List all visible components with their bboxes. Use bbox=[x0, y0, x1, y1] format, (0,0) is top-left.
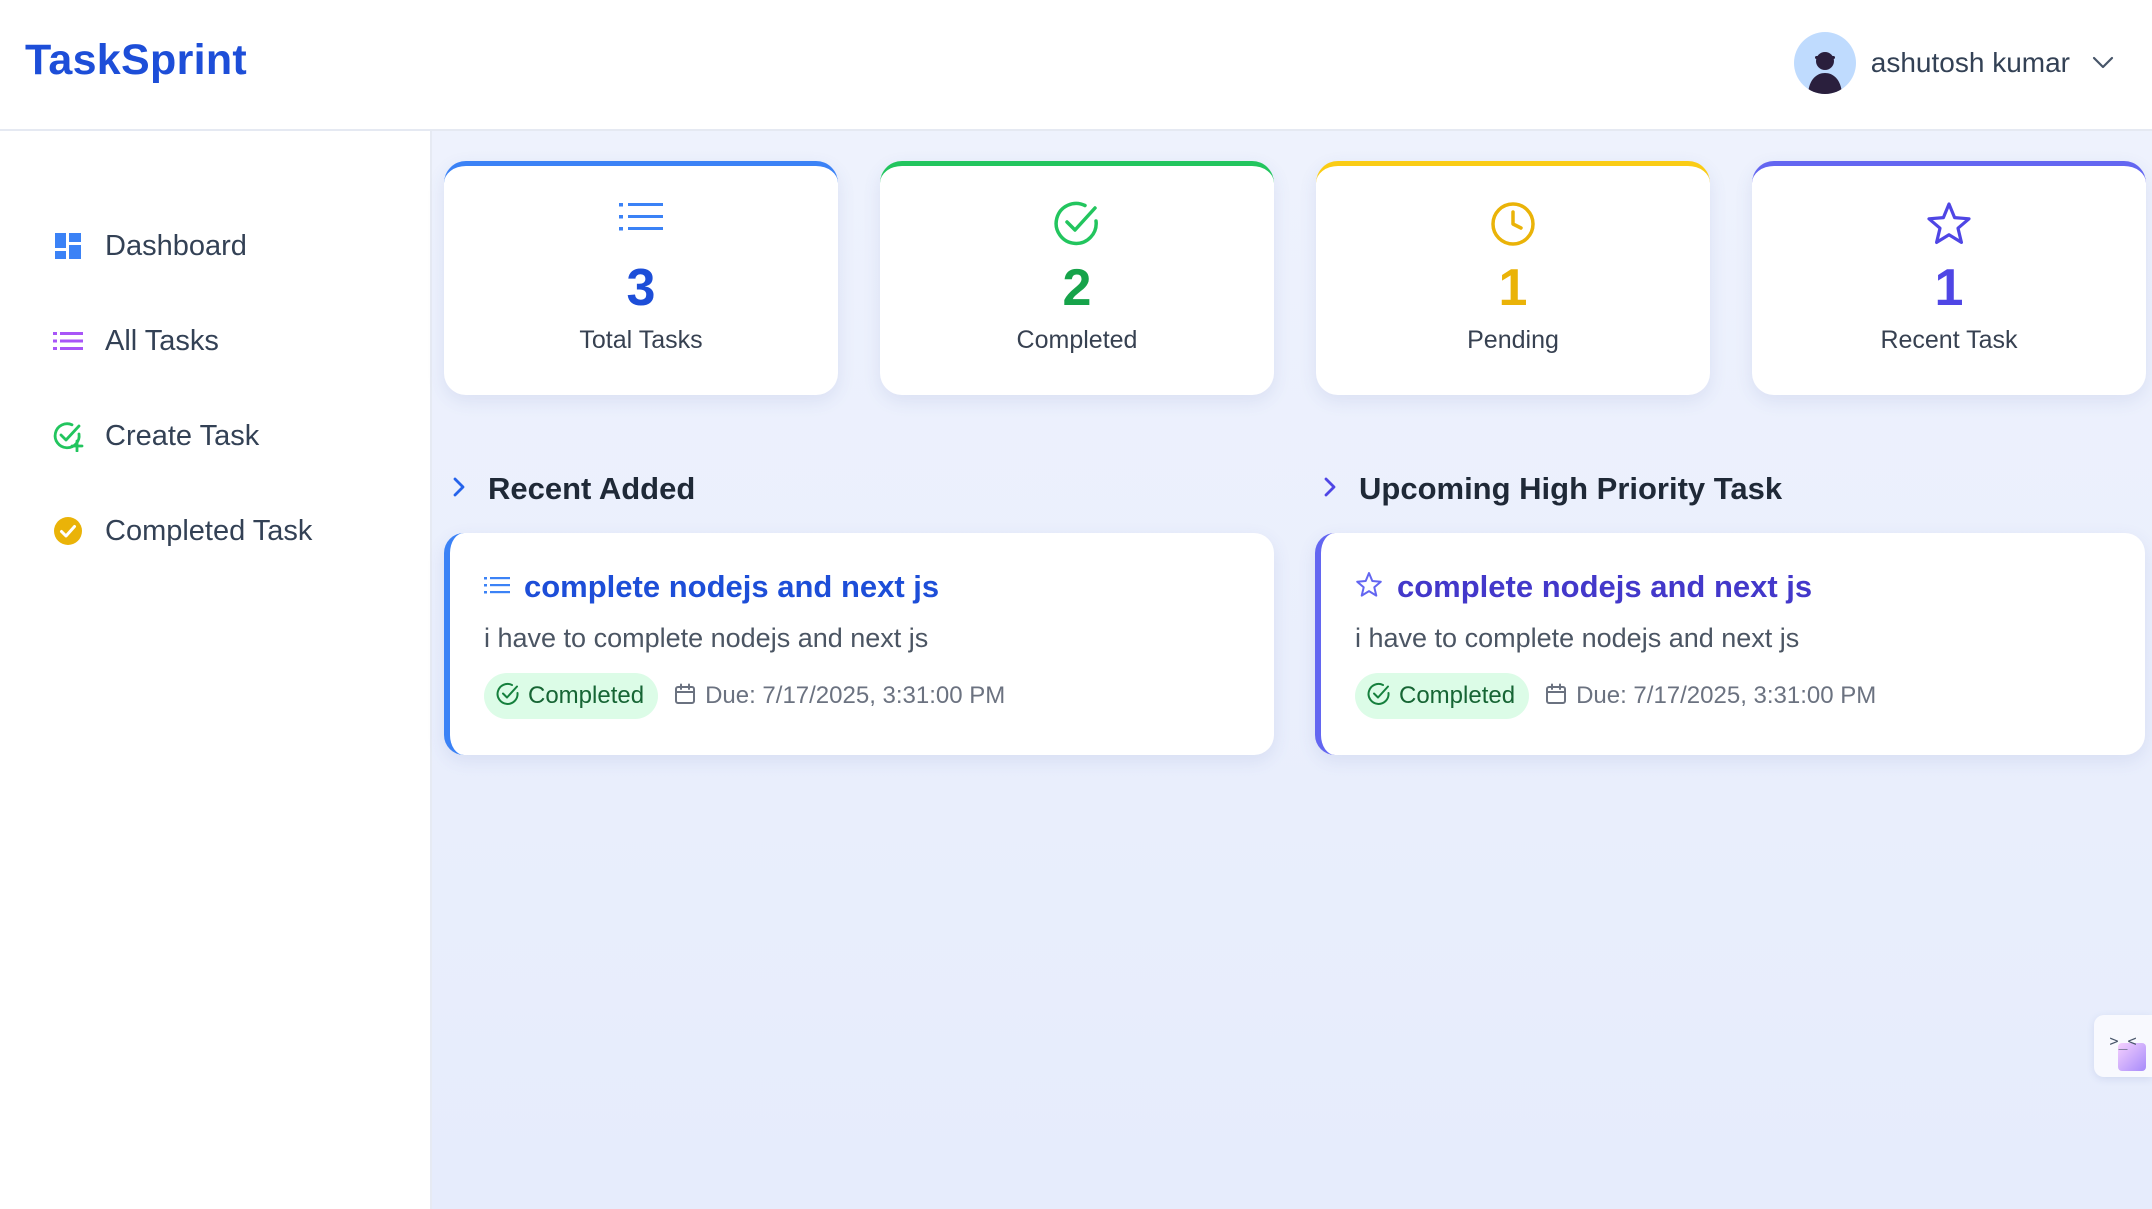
status-label: Completed bbox=[1399, 682, 1516, 709]
status-badge: Completed bbox=[484, 673, 659, 719]
check-circle-icon bbox=[1367, 682, 1391, 711]
task-title[interactable]: complete nodejs and next js bbox=[1397, 569, 1812, 605]
section-title: Upcoming High Priority Task bbox=[1359, 471, 1783, 506]
floating-assistant-button[interactable]: >_< bbox=[2094, 1015, 2152, 1077]
sidebar: Dashboard All Tasks Create Task Complete… bbox=[0, 131, 432, 1209]
stat-value: 2 bbox=[1062, 259, 1092, 317]
stat-label: Completed bbox=[1016, 326, 1138, 354]
check-circle-icon bbox=[496, 682, 520, 711]
list-icon bbox=[52, 325, 84, 357]
sidebar-item-label: All Tasks bbox=[105, 324, 219, 357]
due-date: Due: 7/17/2025, 3:31:00 PM bbox=[674, 682, 1005, 710]
status-label: Completed bbox=[528, 682, 645, 709]
calendar-icon bbox=[674, 683, 696, 710]
task-description: i have to complete nodejs and next js bbox=[484, 623, 929, 653]
stat-card-pending[interactable]: 1 Pending bbox=[1316, 161, 1710, 395]
stat-label: Pending bbox=[1467, 326, 1559, 354]
sidebar-item-label: Create Task bbox=[105, 419, 260, 452]
stat-value: 1 bbox=[1934, 259, 1964, 317]
stat-card-recent-task[interactable]: 1 Recent Task bbox=[1752, 161, 2146, 395]
stat-card-total-tasks[interactable]: 3 Total Tasks bbox=[444, 161, 838, 395]
sidebar-item-create-task[interactable]: Create Task bbox=[52, 406, 259, 466]
check-plus-icon bbox=[52, 420, 84, 452]
chevron-right-icon bbox=[1323, 476, 1337, 503]
due-label: Due: 7/17/2025, 3:31:00 PM bbox=[705, 682, 1006, 709]
top-header: TaskSprint ashutosh kumar bbox=[0, 0, 2152, 131]
sidebar-item-label: Dashboard bbox=[105, 229, 247, 262]
task-title[interactable]: complete nodejs and next js bbox=[524, 569, 939, 605]
sidebar-item-label: Completed Task bbox=[105, 514, 313, 547]
list-icon bbox=[484, 575, 510, 600]
task-card[interactable]: complete nodejs and next js i have to co… bbox=[1315, 533, 2145, 755]
chevron-right-icon bbox=[452, 476, 466, 503]
due-date: Due: 7/17/2025, 3:31:00 PM bbox=[1545, 682, 1876, 710]
stat-card-completed[interactable]: 2 Completed bbox=[880, 161, 1274, 395]
sidebar-item-all-tasks[interactable]: All Tasks bbox=[52, 311, 219, 371]
stat-value: 3 bbox=[626, 259, 656, 317]
star-icon bbox=[1752, 200, 2146, 248]
avatar bbox=[1793, 32, 1856, 94]
user-name: ashutosh kumar bbox=[1870, 47, 2070, 78]
dashboard-icon bbox=[52, 230, 84, 262]
chevron-down-icon bbox=[2092, 56, 2114, 70]
check-circle-icon bbox=[880, 200, 1274, 248]
status-badge: Completed bbox=[1355, 673, 1530, 719]
app-logo[interactable]: TaskSprint bbox=[25, 36, 247, 85]
task-description: i have to complete nodejs and next js bbox=[1355, 623, 1800, 653]
due-label: Due: 7/17/2025, 3:31:00 PM bbox=[1576, 682, 1877, 709]
sidebar-item-completed-task[interactable]: Completed Task bbox=[52, 501, 312, 561]
user-avatar-icon bbox=[1807, 52, 1842, 94]
stat-value: 1 bbox=[1498, 259, 1528, 317]
stat-label: Total Tasks bbox=[579, 326, 703, 354]
task-card[interactable]: complete nodejs and next js i have to co… bbox=[444, 533, 1274, 755]
clock-icon bbox=[1316, 200, 1710, 248]
star-icon bbox=[1355, 571, 1383, 604]
stat-label: Recent Task bbox=[1880, 326, 2018, 354]
list-icon bbox=[444, 200, 838, 248]
section-recent-added[interactable]: Recent Added bbox=[452, 464, 695, 514]
main-content: 3 Total Tasks 2 Completed 1 Pending 1 Re… bbox=[432, 131, 2152, 1209]
section-high-priority[interactable]: Upcoming High Priority Task bbox=[1323, 464, 1782, 514]
floating-button-label: >_< bbox=[2109, 1032, 2137, 1050]
user-menu[interactable]: ashutosh kumar bbox=[1793, 31, 2114, 95]
section-title: Recent Added bbox=[488, 471, 696, 506]
check-circle-icon bbox=[52, 515, 84, 547]
calendar-icon bbox=[1545, 683, 1567, 710]
sidebar-item-dashboard[interactable]: Dashboard bbox=[52, 216, 247, 276]
